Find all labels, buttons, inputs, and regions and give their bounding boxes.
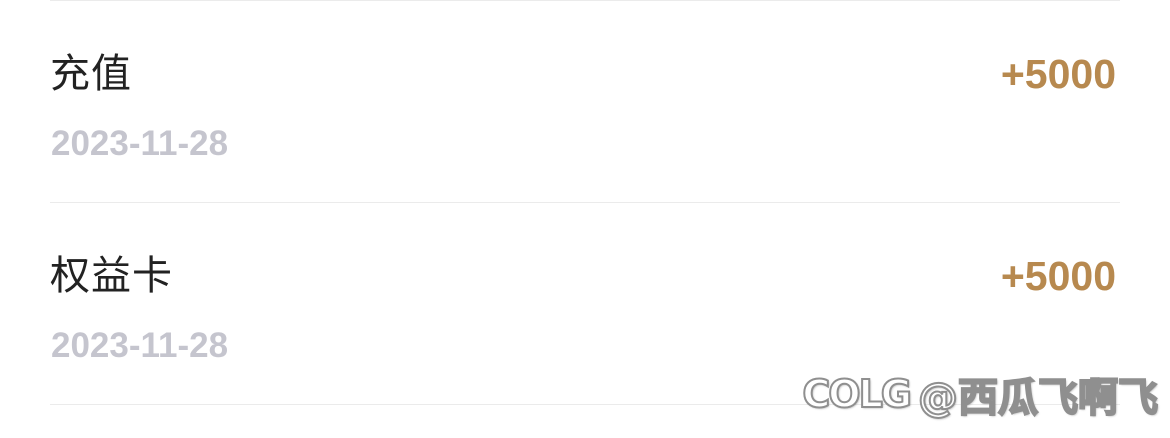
colg-logo: COLG bbox=[801, 371, 913, 417]
watermark-handle: @西瓜飞啊飞 bbox=[917, 374, 1159, 422]
transaction-amount: +5000 bbox=[1000, 253, 1116, 299]
transaction-title: 充值 bbox=[50, 51, 132, 97]
transaction-date: 2023-11-28 bbox=[51, 326, 229, 365]
transaction-title: 权益卡 bbox=[50, 253, 173, 299]
transaction-date: 2023-11-28 bbox=[51, 124, 229, 163]
transaction-row[interactable]: 充值 2023-11-28 +5000 bbox=[50, 0, 1116, 200]
watermark: COLG @西瓜飞啊飞 bbox=[801, 368, 1159, 422]
transaction-amount: +5000 bbox=[1000, 51, 1116, 97]
